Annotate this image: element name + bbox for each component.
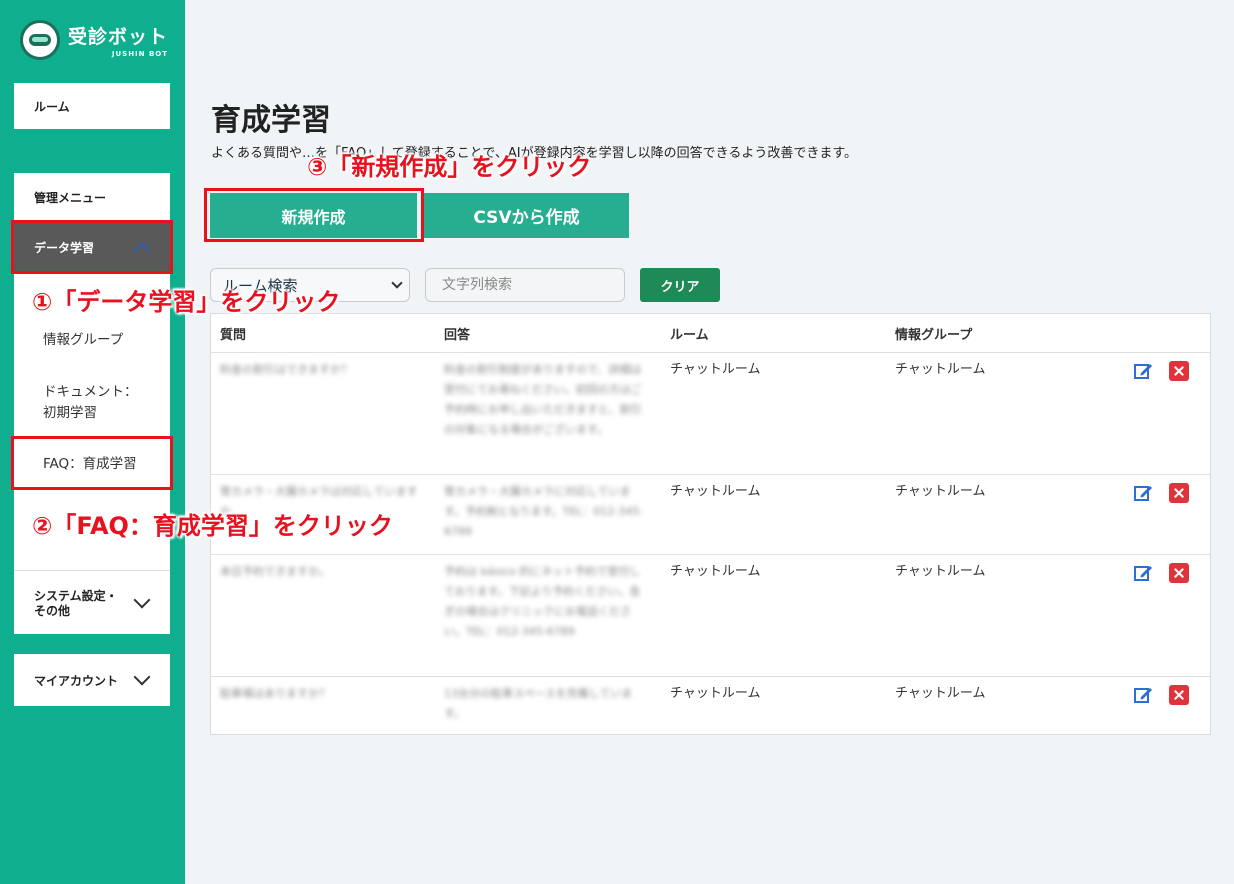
table-cell-answer: 料金の割引制度がありますので、詳細は受付にてお尋ねください。初回の方はご予約時に… — [444, 363, 642, 436]
table-divider — [211, 676, 1210, 677]
table-header-group: 情報グループ — [895, 328, 973, 343]
table-cell-group: チャットルーム — [895, 686, 986, 701]
chevron-down-icon — [133, 591, 151, 609]
edit-icon[interactable] — [1133, 361, 1153, 381]
table-cell-question: 料金の割引はできますか？ — [220, 363, 352, 376]
annotation-step1: ①「データ学習」をクリック — [32, 288, 341, 316]
sidebar-item-document[interactable]: ドキュメント： 初期学習 — [14, 382, 170, 424]
sidebar-item-my-account-label: マイアカウント — [34, 673, 119, 688]
table-cell-answer: 胃カメラ・大腸カメラに対応しています。予約制となります。TEL：012-345-… — [444, 485, 644, 538]
delete-icon[interactable] — [1169, 563, 1189, 583]
edit-icon[interactable] — [1133, 483, 1153, 503]
table-cell-group: チャットルーム — [895, 362, 986, 377]
table-cell-room: チャットルーム — [670, 362, 761, 377]
table-cell-answer: 13台分の駐車スペースを完備しています。 — [444, 687, 633, 720]
table-header-question: 質問 — [220, 328, 247, 343]
chevron-down-icon — [391, 277, 403, 289]
sidebar-admin-menu-heading: 管理メニュー — [34, 190, 107, 205]
table-cell-question: 本日予約できますか。 — [220, 565, 330, 578]
delete-icon[interactable] — [1169, 361, 1189, 381]
table-cell-group: チャットルーム — [895, 564, 986, 579]
table-cell-group: チャットルーム — [895, 484, 986, 499]
edit-icon[interactable] — [1133, 685, 1153, 705]
table-divider — [211, 554, 1210, 555]
robot-logo-icon — [20, 20, 60, 60]
highlight-faq — [11, 436, 173, 490]
table-cell-room: チャットルーム — [670, 564, 761, 579]
sidebar-item-system-settings[interactable]: システム設定・ その他 — [14, 580, 170, 628]
highlight-data-learning — [11, 220, 173, 274]
table-cell-room: チャットルーム — [670, 686, 761, 701]
csv-create-button[interactable]: CSVから作成 — [424, 193, 629, 238]
table-divider — [211, 474, 1210, 475]
brand-logo[interactable]: 受診ボット JUSHIN BOT — [20, 20, 168, 60]
table-cell-answer: 予約は básico 的にネット予約で受付しております。下記より予約ください。急… — [444, 565, 641, 638]
table-divider — [211, 352, 1210, 353]
annotation-step2: ②「FAQ：育成学習」をクリック — [32, 512, 393, 540]
sidebar-item-system-line2: その他 — [34, 604, 71, 618]
sidebar-item-my-account-row[interactable]: マイアカウント — [14, 654, 170, 706]
sidebar-item-info-group[interactable]: 情報グループ — [14, 330, 170, 351]
chevron-down-icon — [133, 668, 151, 686]
sidebar-item-document-line1: ドキュメント： — [43, 384, 138, 400]
clear-button[interactable]: クリア — [640, 268, 720, 302]
sidebar-item-document-line2: 初期学習 — [43, 405, 97, 421]
table-header-answer: 回答 — [444, 328, 471, 343]
sidebar-item-system-line1: システム設定・ — [34, 589, 118, 603]
brand-title: 受診ボット — [68, 26, 169, 48]
sidebar-item-room[interactable]: ルーム — [14, 83, 170, 129]
annotation-step3: ③「新規作成」をクリック — [307, 153, 592, 181]
table-header-room: ルーム — [670, 328, 709, 343]
delete-icon[interactable] — [1169, 685, 1189, 705]
sidebar-item-room-label: ルーム — [34, 99, 70, 114]
table-cell-room: チャットルーム — [670, 484, 761, 499]
brand-subtitle: JUSHIN BOT — [111, 50, 169, 58]
new-create-button[interactable]: 新規作成 — [210, 193, 417, 238]
edit-icon[interactable] — [1133, 563, 1153, 583]
delete-icon[interactable] — [1169, 483, 1189, 503]
sidebar-divider — [14, 570, 170, 571]
search-input[interactable] — [425, 268, 625, 302]
page-title: 育成学習 — [211, 103, 331, 138]
table-cell-question: 駐車場はありますか？ — [220, 687, 330, 700]
